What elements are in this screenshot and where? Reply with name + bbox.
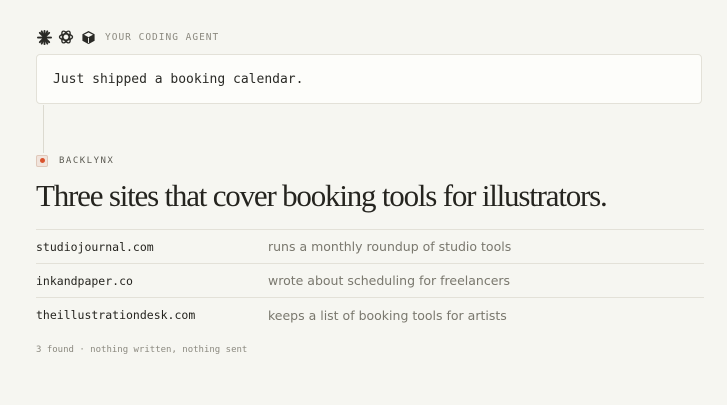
brand-logo-icon	[36, 154, 48, 167]
result-site[interactable]: theillustrationdesk.com	[36, 308, 268, 322]
message-text: Just shipped a booking calendar.	[53, 71, 304, 87]
agent-header: YOUR CODING AGENT	[36, 28, 219, 46]
brand-name: BACKLYNX	[59, 155, 115, 166]
results-summary: 3 found · nothing written, nothing sent	[36, 345, 248, 355]
thread-connector-line	[43, 105, 44, 153]
brand-dot	[39, 158, 45, 163]
result-site[interactable]: inkandpaper.co	[36, 274, 268, 288]
result-row: theillustrationdesk.com keeps a list of …	[36, 298, 704, 332]
agent-message: Just shipped a booking calendar.	[36, 54, 702, 104]
result-row: inkandpaper.co wrote about scheduling fo…	[36, 264, 704, 298]
result-description: runs a monthly roundup of studio tools	[268, 239, 512, 254]
result-row: studiojournal.com runs a monthly roundup…	[36, 230, 704, 264]
page-title: Three sites that cover booking tools for…	[36, 178, 608, 213]
cube-icon	[80, 29, 96, 45]
openai-knot-icon	[58, 29, 74, 45]
result-site[interactable]: studiojournal.com	[36, 240, 268, 254]
agent-label: YOUR CODING AGENT	[105, 31, 220, 43]
asterisk-burst-icon	[36, 29, 52, 45]
brand-header: BACKLYNX	[36, 153, 114, 168]
result-description: keeps a list of booking tools for artist…	[268, 307, 507, 323]
result-description: wrote about scheduling for freelancers	[268, 273, 511, 288]
results-list: studiojournal.com runs a monthly roundup…	[36, 229, 704, 332]
